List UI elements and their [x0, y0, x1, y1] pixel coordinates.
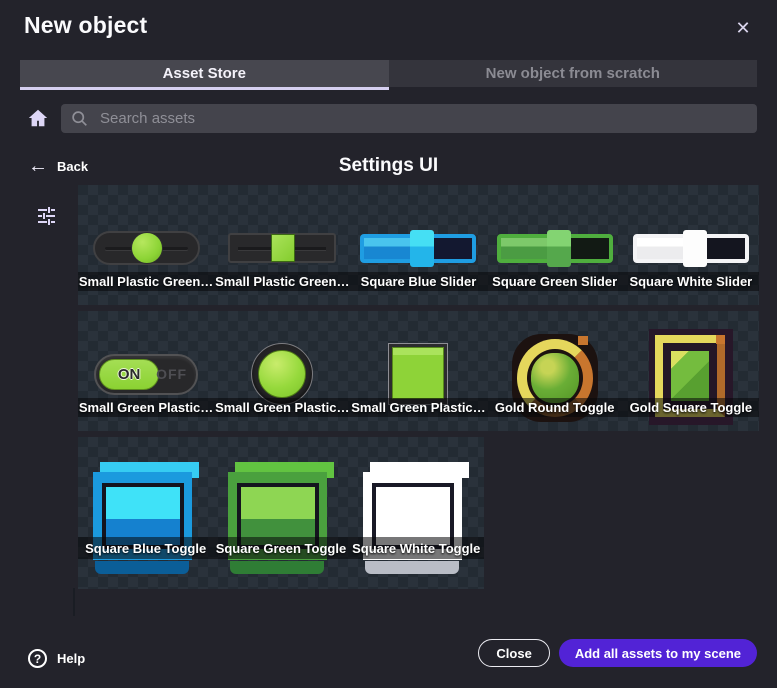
pill-slider-asset-icon [93, 231, 200, 265]
asset-row: ONOFFSmall Green Plastic…Small Green Pla… [78, 311, 759, 431]
asset-tile[interactable]: Small Plastic Green… [214, 185, 350, 305]
search-icon [71, 110, 88, 127]
tab-label: Asset Store [163, 65, 246, 82]
asset-tile[interactable]: Square Green Toggle [213, 437, 348, 589]
pixel-slider-asset-icon [497, 234, 613, 263]
round-button-asset-icon [251, 343, 313, 405]
dialog-title: New object [24, 12, 147, 39]
asset-row: Small Plastic Green…Small Plastic Green…… [78, 185, 759, 305]
asset-row: Square Blue Toggle Square Green Toggle Squ… [78, 437, 484, 589]
pixel-slider-asset-icon [360, 234, 476, 263]
asset-label: Square White Slider [629, 274, 752, 289]
home-icon[interactable] [27, 107, 49, 129]
asset-tile[interactable]: Square Green Slider [487, 185, 623, 305]
asset-label: Square White Toggle [352, 541, 480, 556]
asset-label-bar: Small Green Plastic… [214, 398, 350, 417]
asset-tile[interactable]: Gold Round Toggle [487, 311, 623, 431]
help-button[interactable]: ? Help [28, 649, 85, 668]
asset-label-bar: Small Plastic Green… [78, 272, 214, 291]
asset-grid: Small Plastic Green…Small Plastic Green…… [78, 185, 759, 595]
question-mark-icon: ? [28, 649, 47, 668]
category-title: Settings UI [0, 155, 777, 177]
add-all-assets-button[interactable]: Add all assets to my scene [559, 639, 757, 667]
content-divider [73, 588, 75, 616]
asset-label-bar: Square Blue Toggle [78, 537, 213, 559]
asset-label-bar: Gold Round Toggle [487, 398, 623, 417]
asset-tile[interactable]: Small Green Plastic… [214, 311, 350, 431]
asset-label-bar: Small Plastic Green… [214, 272, 350, 291]
asset-label-bar: Small Green Plastic… [78, 398, 214, 417]
asset-tile[interactable]: ONOFF Small Green Plastic… [78, 311, 214, 431]
footer: ? Help Close Add all assets to my scene [0, 632, 777, 688]
asset-label-bar: Gold Square Toggle [623, 398, 759, 417]
help-label: Help [57, 651, 85, 666]
asset-tile[interactable]: Square White Toggle [349, 437, 484, 589]
search-input[interactable] [98, 109, 747, 128]
asset-label-bar: Square Green Slider [487, 272, 623, 291]
asset-label-bar: Square Green Toggle [213, 537, 348, 559]
asset-label: Gold Square Toggle [630, 400, 753, 415]
search-box[interactable] [61, 104, 757, 133]
tune-filter-icon[interactable] [34, 203, 58, 227]
tab-label: New object from scratch [486, 65, 660, 82]
asset-tile[interactable]: Small Plastic Green… [78, 185, 214, 305]
asset-label: Gold Round Toggle [495, 400, 615, 415]
tab-new-object-from-scratch[interactable]: New object from scratch [389, 60, 758, 87]
asset-tile[interactable]: Gold Square Toggle [623, 311, 759, 431]
asset-label: Small Green Plastic… [79, 400, 213, 415]
tab-bar: Asset Store New object from scratch [20, 60, 757, 87]
asset-label: Square Blue Toggle [85, 541, 206, 556]
asset-label: Square Green Toggle [216, 541, 347, 556]
asset-label-bar: Square Blue Slider [350, 272, 486, 291]
new-object-dialog: New object ✕ Asset Store New object from… [0, 0, 777, 688]
close-icon[interactable]: ✕ [731, 16, 755, 40]
bar-slider-asset-icon [228, 233, 336, 263]
square-button-asset-icon [388, 343, 448, 405]
asset-label-bar: Small Green Plastic… [350, 398, 486, 417]
asset-label: Small Green Plastic… [351, 400, 485, 415]
onoff-toggle-asset-icon: ONOFF [94, 354, 198, 395]
asset-tile[interactable]: Square Blue Slider [350, 185, 486, 305]
asset-label: Small Plastic Green… [215, 274, 349, 289]
asset-label-bar: Square White Slider [623, 272, 759, 291]
asset-label: Small Plastic Green… [79, 274, 213, 289]
asset-tile[interactable]: Square White Slider [623, 185, 759, 305]
asset-tile[interactable]: Small Green Plastic… [350, 311, 486, 431]
asset-tile[interactable]: Square Blue Toggle [78, 437, 213, 589]
tab-asset-store[interactable]: Asset Store [20, 60, 389, 87]
asset-label-bar: Square White Toggle [349, 537, 484, 559]
close-button[interactable]: Close [478, 639, 549, 667]
asset-label: Square Blue Slider [361, 274, 477, 289]
asset-label: Square Green Slider [492, 274, 617, 289]
pixel-slider-asset-icon [633, 234, 749, 263]
asset-label: Small Green Plastic… [215, 400, 349, 415]
